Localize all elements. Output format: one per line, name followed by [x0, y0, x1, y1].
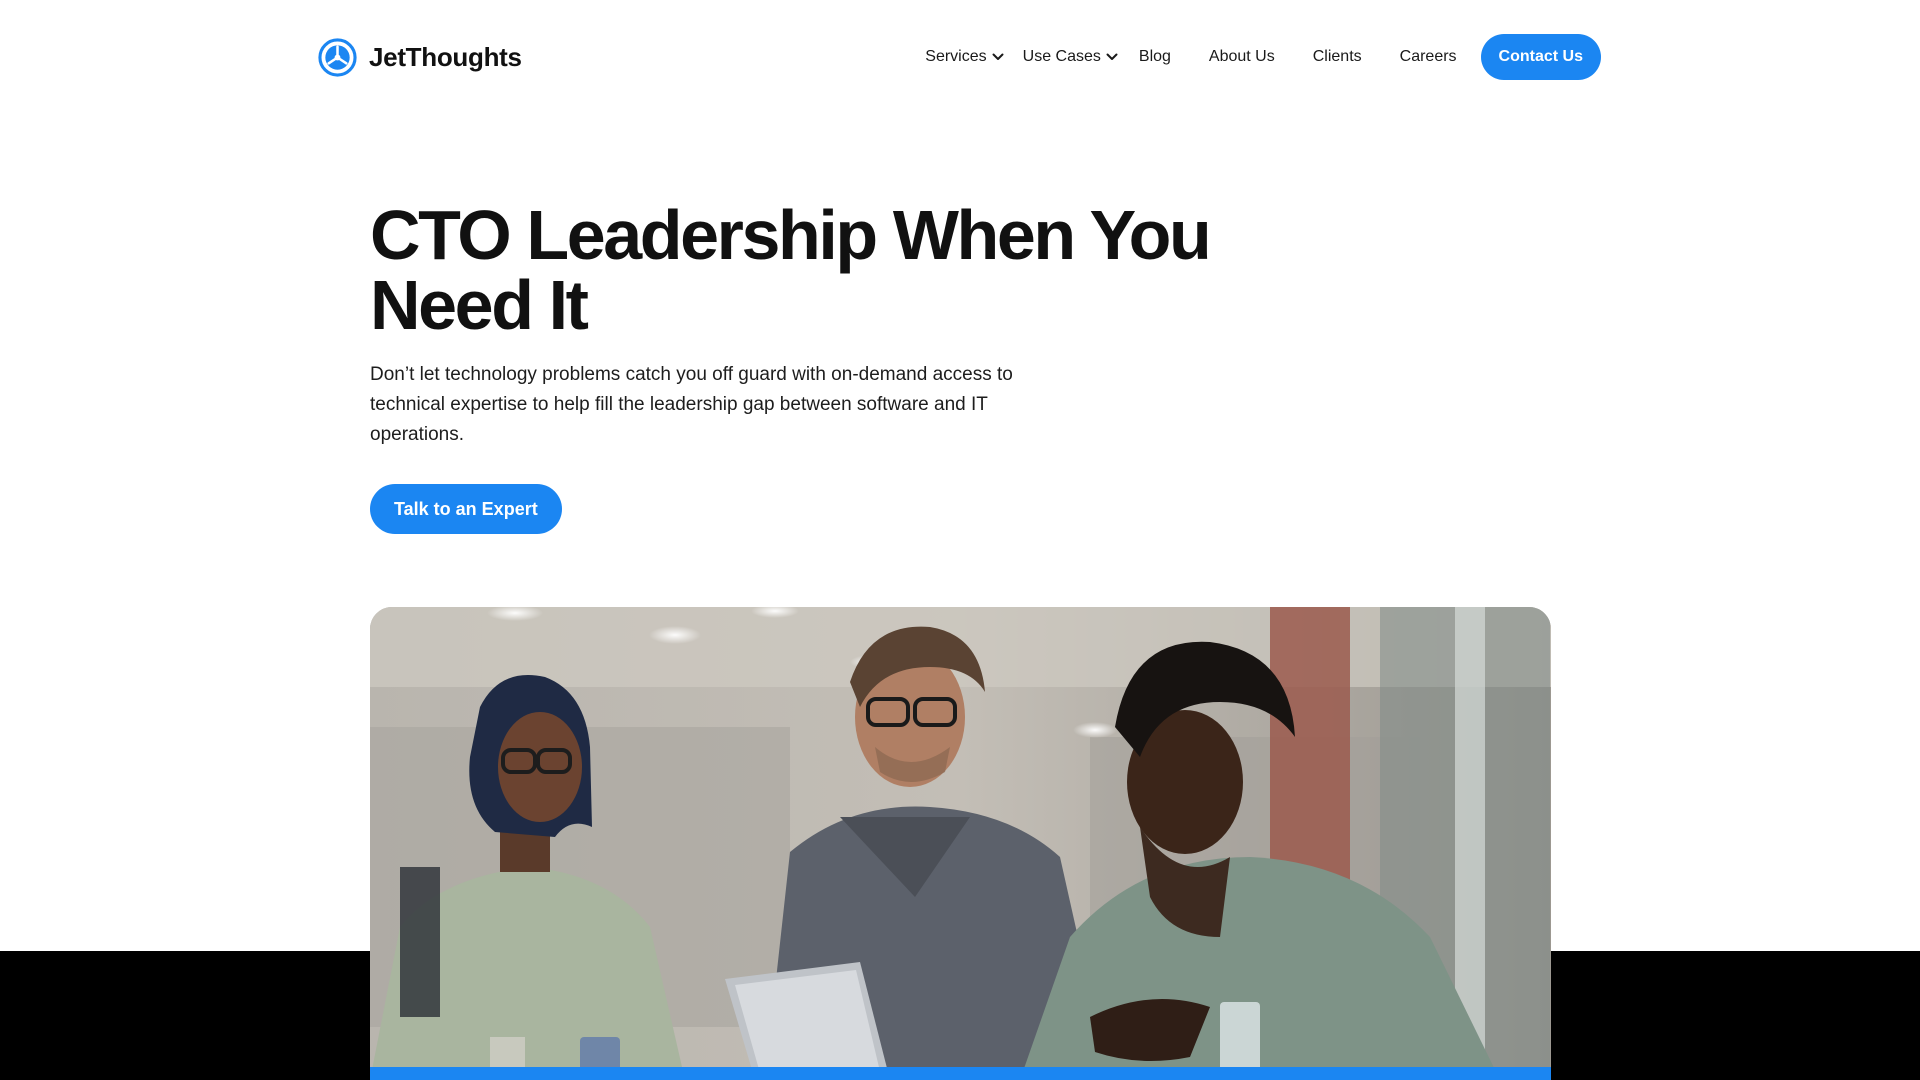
nav-use-cases[interactable]: Use Cases	[1023, 48, 1119, 66]
jetthoughts-logo-icon	[318, 37, 357, 77]
nav-careers[interactable]: Careers	[1400, 48, 1457, 66]
nav-blog[interactable]: Blog	[1139, 48, 1171, 66]
nav-about-us[interactable]: About Us	[1209, 48, 1275, 66]
photo-accent-strip	[370, 1067, 1551, 1080]
talk-to-expert-button[interactable]: Talk to an Expert	[370, 484, 562, 534]
nav-clients[interactable]: Clients	[1313, 48, 1362, 66]
hero-section: CTO Leadership When You Need It Don’t le…	[370, 200, 1270, 534]
page: JetThoughts Services Use Cases Blog Abou…	[0, 0, 1920, 1080]
hero-photo	[370, 607, 1551, 1080]
main-nav: Services Use Cases Blog About Us Clients…	[925, 34, 1601, 80]
meeting-photo-illustration	[370, 607, 1551, 1080]
hero-subtitle: Don’t let technology problems catch you …	[370, 364, 1013, 445]
chevron-down-icon	[1106, 53, 1118, 60]
chevron-down-icon	[992, 53, 1004, 60]
nav-use-cases-label: Use Cases	[1022, 48, 1101, 65]
brand-logo-link[interactable]: JetThoughts	[318, 37, 522, 77]
hero-title: CTO Leadership When You Need It	[370, 196, 1212, 344]
nav-services[interactable]: Services	[925, 48, 1004, 66]
contact-us-button[interactable]: Contact Us	[1480, 34, 1601, 80]
site-header: JetThoughts Services Use Cases Blog Abou…	[318, 34, 1601, 80]
brand-name: JetThoughts	[369, 41, 522, 72]
nav-services-label: Services	[925, 48, 987, 65]
